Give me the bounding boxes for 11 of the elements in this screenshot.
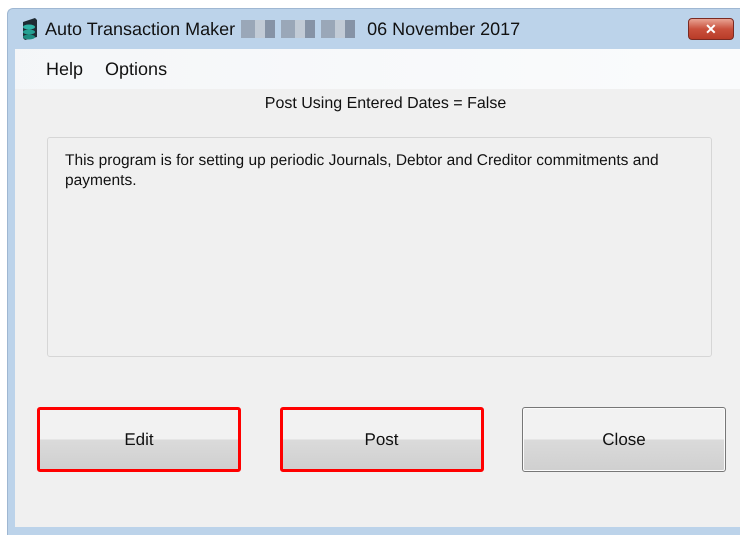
action-button[interactable]: Close xyxy=(522,407,726,472)
status-text: Post Using Entered Dates = False xyxy=(264,95,506,114)
action-button[interactable]: Post xyxy=(280,407,484,472)
window-title: Auto Transaction Maker xyxy=(45,18,236,40)
description-box: This program is for setting up periodic Journals, Debtor and Creditor commitments and payments. xyxy=(47,137,712,357)
window-title-date: 06 November 2017 xyxy=(367,18,520,40)
action-button[interactable]: Edit xyxy=(37,407,241,472)
menu-item[interactable]: Help xyxy=(37,56,92,82)
database-icon xyxy=(21,17,39,41)
menu-item[interactable]: Options xyxy=(96,56,176,82)
close-button[interactable]: ✕ xyxy=(688,18,734,40)
